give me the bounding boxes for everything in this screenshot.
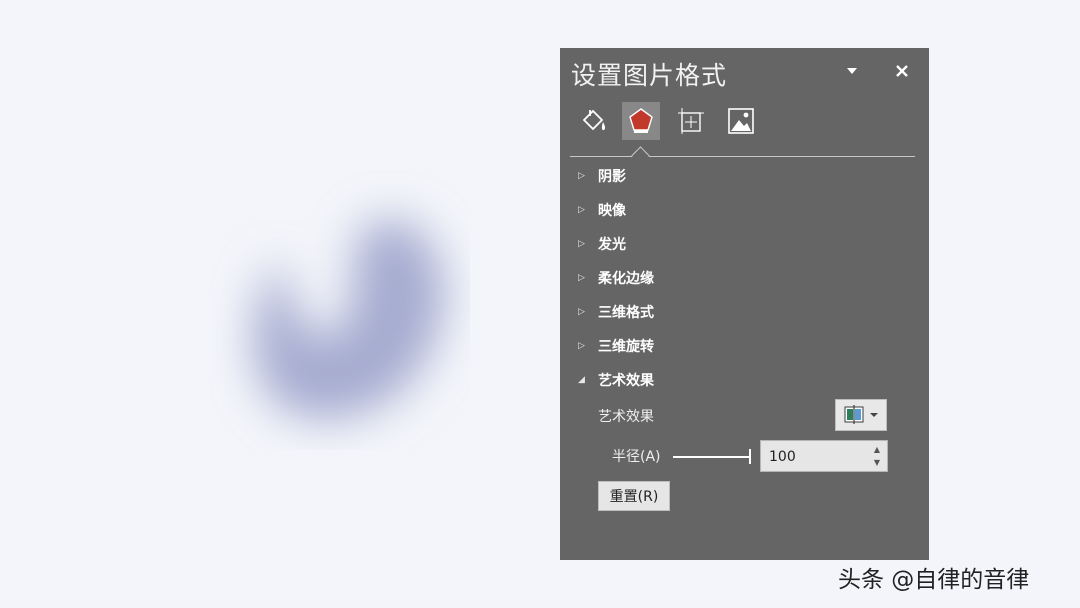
format-picture-pane: 设置图片格式 ▷ 阴影 ▷ 映像 ▷ 发光 ▷ 柔化边缘 ▷ 三维格式 ▷ 三维… <box>560 48 929 560</box>
section-label: 三维旋转 <box>598 339 654 355</box>
tab-size-properties[interactable] <box>672 102 710 140</box>
expand-arrow-icon: ▷ <box>578 307 585 317</box>
section-shadow[interactable]: ▷ 阴影 <box>578 164 626 188</box>
spin-down-button[interactable]: ▼ <box>870 456 884 469</box>
radius-slider-thumb[interactable] <box>749 449 751 464</box>
expand-arrow-icon: ▷ <box>578 239 585 249</box>
radius-input[interactable] <box>761 441 871 473</box>
chevron-down-icon: ▼ <box>873 458 881 467</box>
section-label: 映像 <box>598 203 626 219</box>
section-label: 阴影 <box>598 169 626 185</box>
tab-picture[interactable] <box>722 102 760 140</box>
pane-options-button[interactable] <box>841 60 863 82</box>
section-soft-edges[interactable]: ▷ 柔化边缘 <box>578 266 654 290</box>
section-3d-rotation[interactable]: ▷ 三维旋转 <box>578 334 654 358</box>
close-icon <box>896 65 908 77</box>
section-label: 艺术效果 <box>598 373 654 389</box>
radius-spinbox: ▲ ▼ <box>760 440 888 473</box>
expand-arrow-icon: ▷ <box>578 205 585 215</box>
section-glow[interactable]: ▷ 发光 <box>578 232 626 256</box>
chevron-up-icon: ▲ <box>873 445 881 454</box>
artistic-effect-icon <box>844 405 878 424</box>
section-label: 发光 <box>598 237 626 253</box>
section-artistic-effects[interactable]: ◢ 艺术效果 <box>578 368 654 392</box>
reset-button[interactable]: 重置(R) <box>598 481 670 511</box>
effects-pentagon-icon <box>629 108 653 133</box>
picture-icon <box>728 108 754 134</box>
pane-title: 设置图片格式 <box>571 61 728 90</box>
category-tabs <box>574 102 774 140</box>
triangle-down-icon <box>847 68 857 74</box>
close-button[interactable] <box>891 60 913 82</box>
active-tab-pointer <box>631 146 650 165</box>
tab-separator <box>570 156 915 157</box>
size-properties-icon <box>678 108 704 134</box>
expand-arrow-icon: ▷ <box>578 341 585 351</box>
expand-arrow-icon: ▷ <box>578 273 585 283</box>
section-label: 三维格式 <box>598 305 654 321</box>
blurred-image[interactable] <box>210 170 470 450</box>
collapse-arrow-icon: ◢ <box>578 375 585 385</box>
artistic-effect-dropdown[interactable] <box>835 399 887 431</box>
section-reflection[interactable]: ▷ 映像 <box>578 198 626 222</box>
section-label: 柔化边缘 <box>598 271 654 287</box>
watermark: 头条 @自律的音律 <box>838 567 1030 593</box>
expand-arrow-icon: ▷ <box>578 171 585 181</box>
radius-label: 半径(A) <box>612 449 661 465</box>
tab-fill-line[interactable] <box>574 102 612 140</box>
fill-bucket-icon <box>582 109 606 131</box>
section-3d-format[interactable]: ▷ 三维格式 <box>578 300 654 324</box>
radius-slider-track[interactable] <box>673 456 750 458</box>
tab-effects[interactable] <box>622 102 660 140</box>
artistic-effect-label: 艺术效果 <box>598 409 654 425</box>
spin-up-button[interactable]: ▲ <box>870 443 884 456</box>
